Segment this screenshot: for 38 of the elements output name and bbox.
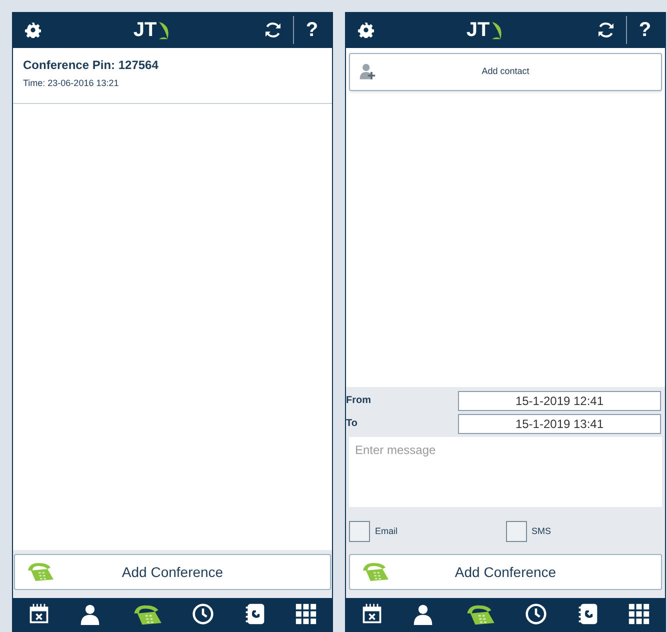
- person-icon[interactable]: [79, 603, 102, 625]
- date-field[interactable]: 15-1-2019 13:41: [458, 414, 661, 434]
- field-label: From: [346, 394, 372, 408]
- dialpad-icon[interactable]: [628, 603, 650, 625]
- calendar-icon[interactable]: [360, 603, 383, 625]
- settings-icon[interactable]: [358, 22, 374, 38]
- help-button[interactable]: ?: [304, 20, 320, 40]
- refresh-icon[interactable]: [596, 20, 616, 40]
- clock-icon[interactable]: [192, 603, 214, 625]
- clock-icon[interactable]: [525, 603, 548, 625]
- conference-phone-icon: [25, 561, 55, 583]
- leaf-logo-icon: [158, 20, 171, 40]
- calendar-icon[interactable]: [28, 603, 50, 625]
- field-label: To: [346, 417, 358, 431]
- checkbox[interactable]: [506, 521, 526, 542]
- dialpad-icon[interactable]: [295, 603, 318, 625]
- conference-pin: Conference Pin: 127564: [23, 57, 160, 74]
- add-conference-button[interactable]: Add Conference: [14, 554, 331, 590]
- conference-item[interactable]: Conference Pin: 127564 Time: 23-06-2016 13:21: [13, 48, 332, 104]
- help-button[interactable]: ?: [637, 20, 653, 40]
- conference-phone-icon: [360, 561, 390, 583]
- person-icon[interactable]: [412, 603, 434, 625]
- leaf-logo-icon: [492, 20, 504, 40]
- logo-text: JT: [133, 20, 157, 40]
- logo-text: JT: [466, 20, 490, 40]
- address-book-icon[interactable]: [244, 603, 266, 625]
- checkbox[interactable]: [349, 521, 370, 542]
- add-conference-button[interactable]: Add Conference: [349, 554, 662, 590]
- date-field[interactable]: 15-1-2019 12:41: [458, 390, 661, 410]
- refresh-icon[interactable]: [263, 20, 283, 40]
- conference-time: Time: 23-06-2016 13:21: [23, 77, 120, 90]
- add-person-icon: [358, 63, 376, 81]
- message-field[interactable]: Enter message: [349, 437, 662, 507]
- address-book-icon[interactable]: [576, 603, 599, 625]
- add-contact-button[interactable]: Add contact: [349, 53, 662, 91]
- checkbox-label: SMS: [532, 524, 552, 538]
- checkbox-label: Email: [375, 524, 398, 538]
- settings-icon[interactable]: [25, 22, 41, 38]
